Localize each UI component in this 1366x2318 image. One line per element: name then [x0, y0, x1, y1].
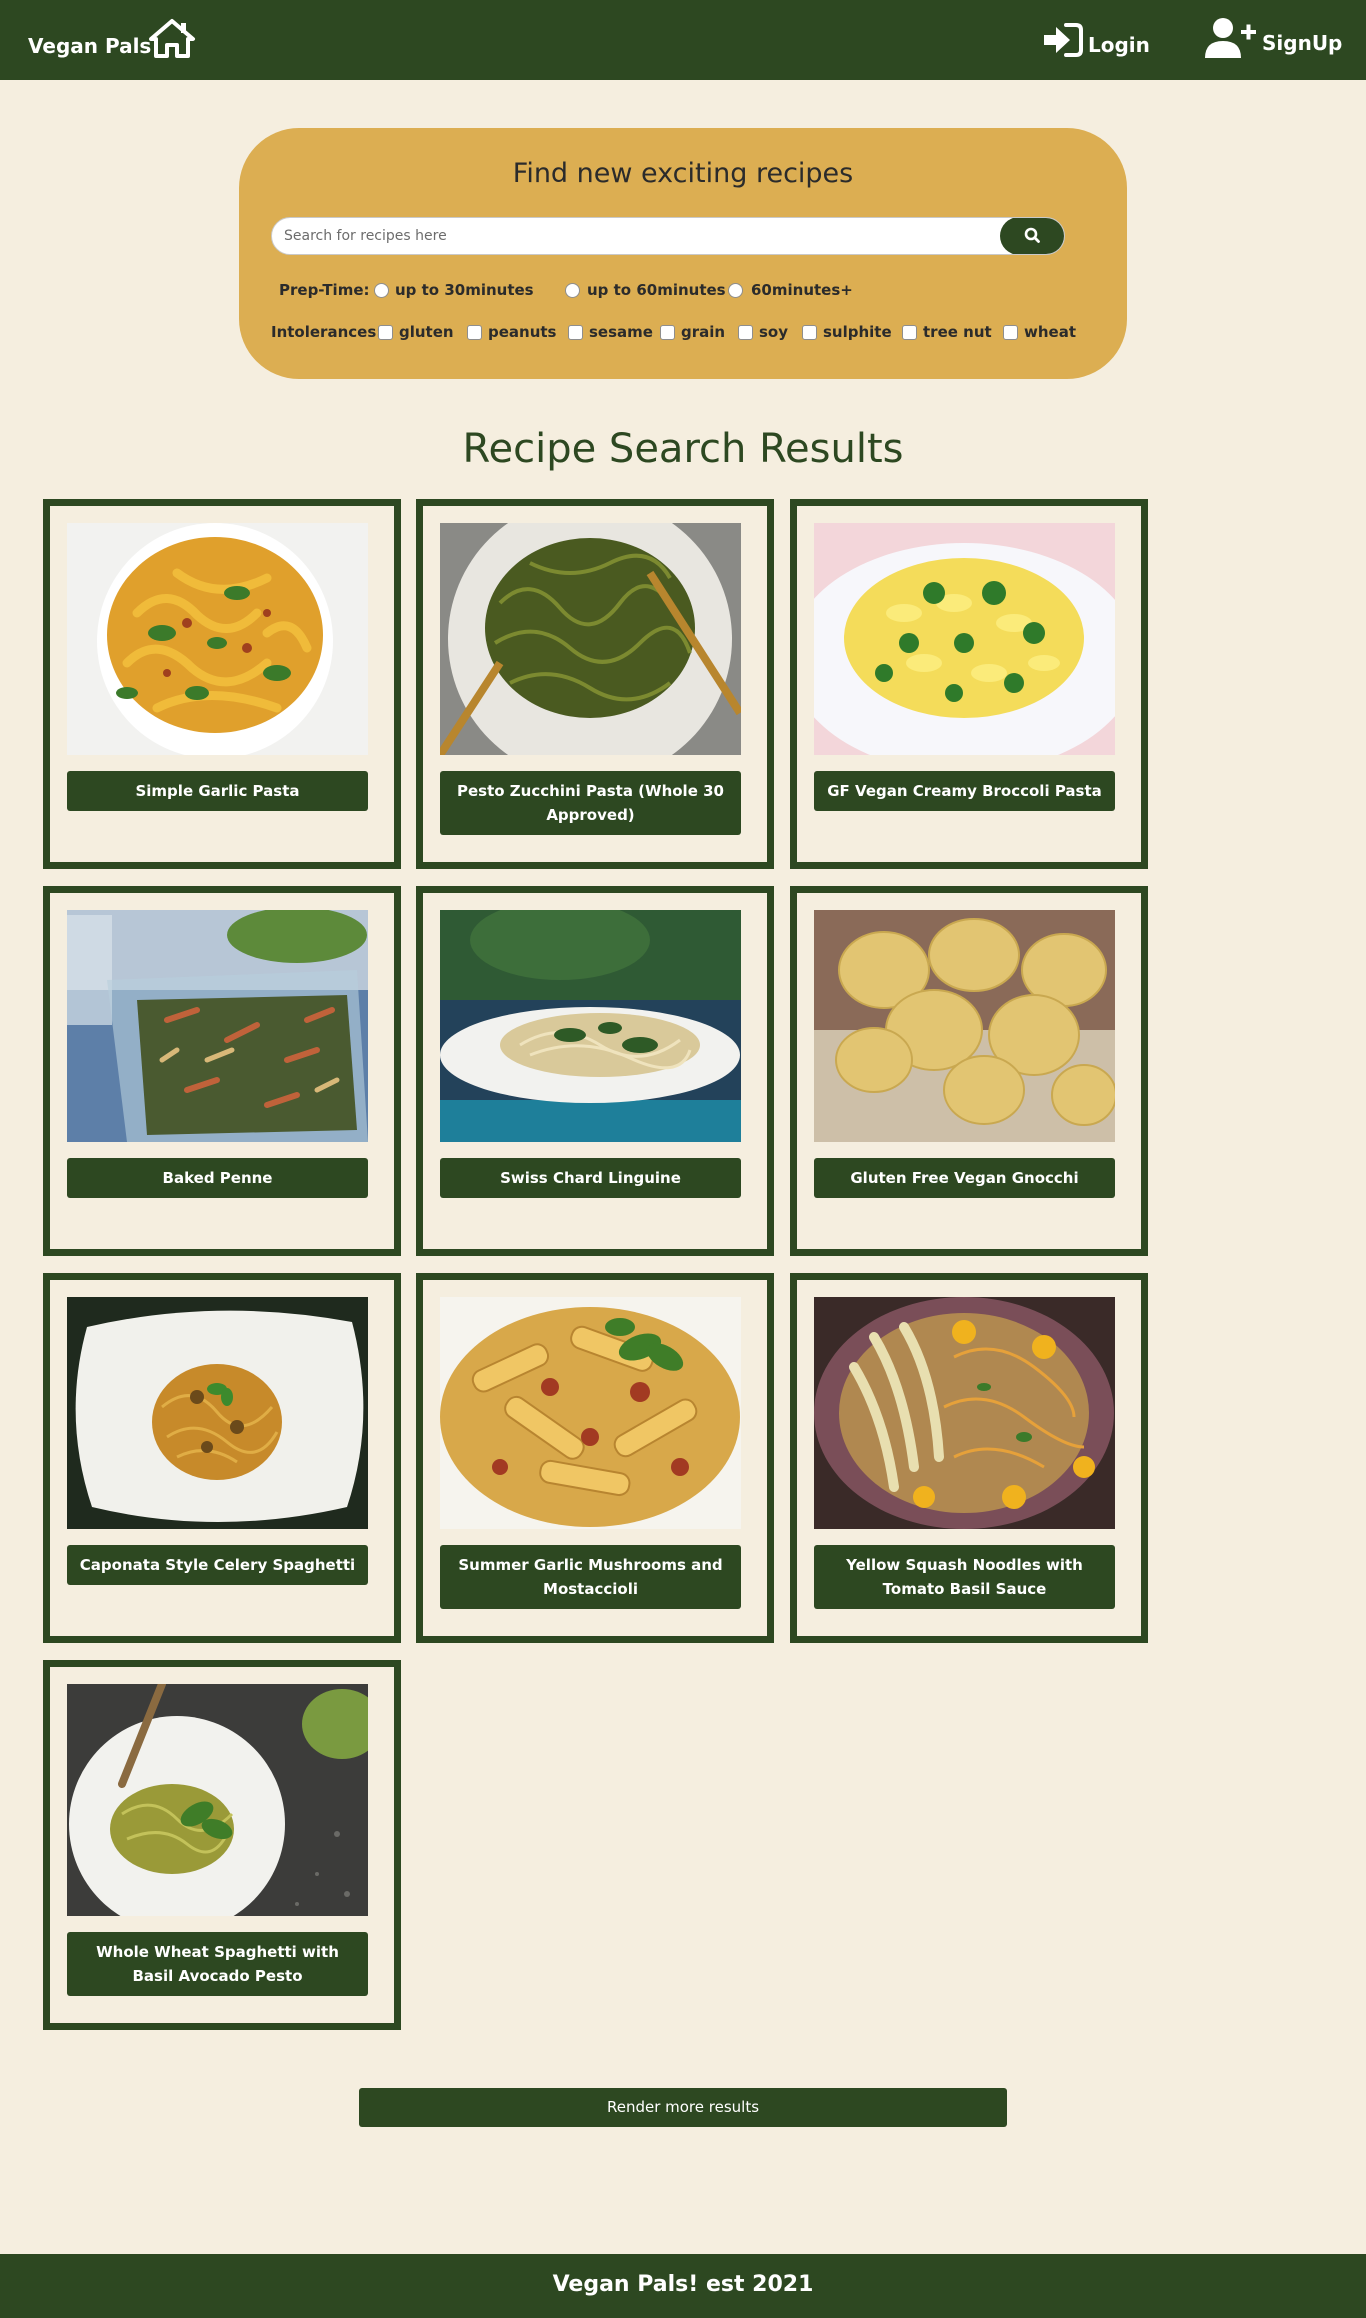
- recipe-title-button[interactable]: Swiss Chard Linguine: [440, 1158, 741, 1198]
- search-input[interactable]: [272, 218, 1002, 254]
- intolerance-gluten: gluten: [399, 323, 454, 341]
- recipe-image[interactable]: [440, 523, 741, 755]
- recipe-title-button[interactable]: GF Vegan Creamy Broccoli Pasta: [814, 771, 1115, 811]
- recipe-image[interactable]: [67, 523, 368, 755]
- recipe-title-button[interactable]: Summer Garlic Mushrooms and Mostaccioli: [440, 1545, 741, 1609]
- prep-option-60: up to 60minutes: [587, 281, 726, 299]
- recipe-card: Pesto Zucchini Pasta (Whole 30 Approved): [416, 499, 774, 869]
- home-icon[interactable]: [148, 18, 196, 58]
- search-box: [271, 217, 1065, 255]
- prep-radio-30[interactable]: [374, 283, 389, 298]
- recipe-image[interactable]: [440, 910, 741, 1142]
- render-more-button[interactable]: Render more results: [359, 2088, 1007, 2127]
- recipe-card: Gluten Free Vegan Gnocchi: [790, 886, 1148, 1256]
- checkbox-sesame[interactable]: [568, 325, 583, 340]
- intolerance-soy: soy: [759, 323, 789, 341]
- recipe-title-button[interactable]: Caponata Style Celery Spaghetti: [67, 1545, 368, 1585]
- prep-time-label: Prep-Time:: [279, 281, 370, 299]
- recipe-card: Yellow Squash Noodles with Tomato Basil …: [790, 1273, 1148, 1643]
- search-icon: [1024, 227, 1040, 243]
- login-icon: [1042, 22, 1084, 62]
- search-title: Find new exciting recipes: [512, 158, 854, 189]
- checkbox-soy[interactable]: [738, 325, 753, 340]
- checkbox-wheat[interactable]: [1003, 325, 1018, 340]
- intolerance-tree-nut: tree nut: [923, 323, 992, 341]
- recipe-card: Swiss Chard Linguine: [416, 886, 774, 1256]
- search-panel: Find new exciting recipes Prep-Time: up …: [239, 128, 1127, 379]
- recipe-card: Caponata Style Celery Spaghetti: [43, 1273, 401, 1643]
- signup-label: SignUp: [1262, 31, 1343, 55]
- checkbox-sulphite[interactable]: [802, 325, 817, 340]
- brand-name[interactable]: Vegan Pals: [28, 34, 151, 58]
- recipe-card: GF Vegan Creamy Broccoli Pasta: [790, 499, 1148, 869]
- recipe-title-button[interactable]: Pesto Zucchini Pasta (Whole 30 Approved): [440, 771, 741, 835]
- recipe-image[interactable]: [814, 1297, 1115, 1529]
- footer: Vegan Pals! est 2021: [0, 2254, 1366, 2318]
- recipe-title-button[interactable]: Yellow Squash Noodles with Tomato Basil …: [814, 1545, 1115, 1609]
- intolerance-peanuts: peanuts: [488, 323, 557, 341]
- intolerance-sulphite: sulphite: [823, 323, 892, 341]
- signup-link[interactable]: SignUp: [1204, 18, 1342, 62]
- prep-radio-60[interactable]: [565, 283, 580, 298]
- login-label: Login: [1088, 33, 1150, 57]
- recipe-card: Summer Garlic Mushrooms and Mostaccioli: [416, 1273, 774, 1643]
- recipe-title-button[interactable]: Baked Penne: [67, 1158, 368, 1198]
- recipe-title-button[interactable]: Whole Wheat Spaghetti with Basil Avocado…: [67, 1932, 368, 1996]
- prep-option-30: up to 30minutes: [395, 281, 534, 299]
- recipe-card: Baked Penne: [43, 886, 401, 1256]
- recipe-image[interactable]: [67, 1297, 368, 1529]
- results-title: Recipe Search Results: [462, 426, 904, 472]
- intolerance-grain: grain: [681, 323, 726, 341]
- recipe-image[interactable]: [440, 1297, 741, 1529]
- recipe-image[interactable]: [814, 523, 1115, 755]
- checkbox-grain[interactable]: [660, 325, 675, 340]
- search-button[interactable]: [1000, 218, 1064, 254]
- checkbox-peanuts[interactable]: [467, 325, 482, 340]
- recipe-card: Simple Garlic Pasta: [43, 499, 401, 869]
- intolerance-wheat: wheat: [1024, 323, 1077, 341]
- intolerances-label: Intolerances:: [271, 323, 383, 341]
- login-link[interactable]: Login: [1042, 22, 1150, 62]
- recipe-title-button[interactable]: Simple Garlic Pasta: [67, 771, 368, 811]
- navbar: Vegan Pals Login SignUp: [0, 0, 1366, 80]
- checkbox-gluten[interactable]: [378, 325, 393, 340]
- footer-text: Vegan Pals! est 2021: [552, 2272, 814, 2297]
- recipe-title-button[interactable]: Gluten Free Vegan Gnocchi: [814, 1158, 1115, 1198]
- recipe-image[interactable]: [67, 1684, 368, 1916]
- recipe-image[interactable]: [814, 910, 1115, 1142]
- prep-option-60plus: 60minutes+: [751, 281, 853, 299]
- recipe-image[interactable]: [67, 910, 368, 1142]
- intolerance-sesame: sesame: [589, 323, 653, 341]
- add-user-icon: [1204, 17, 1258, 63]
- checkbox-tree-nut[interactable]: [902, 325, 917, 340]
- prep-radio-60plus[interactable]: [728, 283, 743, 298]
- recipe-card: Whole Wheat Spaghetti with Basil Avocado…: [43, 1660, 401, 2030]
